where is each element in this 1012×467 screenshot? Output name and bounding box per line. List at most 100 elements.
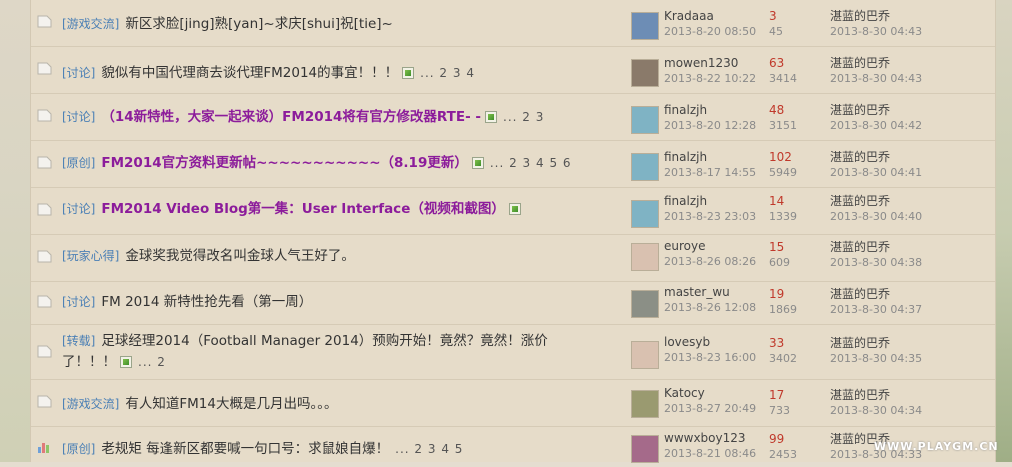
last-post-date[interactable]: 2013-8-30 04:34	[830, 403, 922, 418]
last-post: 湛蓝的巴乔 2013-8-30 04:35	[830, 336, 922, 366]
last-poster-link[interactable]: 湛蓝的巴乔	[830, 9, 922, 24]
avatar[interactable]	[631, 153, 659, 181]
thread-title-link[interactable]: 金球奖我觉得改名叫金球人气王好了。	[125, 248, 355, 264]
avatar[interactable]	[631, 106, 659, 134]
thread-category-link[interactable]: [讨论]	[62, 202, 95, 216]
avatar[interactable]	[631, 290, 659, 318]
reply-count: 33	[769, 336, 785, 350]
last-post: 湛蓝的巴乔 2013-8-30 04:40	[830, 194, 922, 224]
thread-category-link[interactable]: [讨论]	[62, 110, 95, 124]
page-links[interactable]: ... 2 3 4 5	[395, 442, 463, 456]
avatar[interactable]	[631, 59, 659, 87]
folder-icon	[37, 62, 52, 75]
thread-title-link[interactable]: 貌似有中国代理商去谈代理FM2014的事宜！！！	[101, 65, 398, 81]
thread-author: Kradaaa 2013-8-20 08:50	[664, 9, 756, 39]
folder-icon	[37, 295, 52, 308]
thread-subject: [转载] 足球经理2014（Football Manager 2014）预购开始！…	[62, 331, 592, 373]
last-post-date[interactable]: 2013-8-30 04:35	[830, 351, 922, 366]
avatar[interactable]	[631, 341, 659, 369]
thread-list: [游戏交流] 新区求脸[jing]熟[yan]~求庆[shui]祝[tie]~ K…	[30, 0, 996, 463]
avatar[interactable]	[631, 243, 659, 271]
thread-title-link[interactable]: FM2014官方资料更新帖~~~~~~~~~~~（8.19更新）	[101, 155, 467, 171]
thread-category-link[interactable]: [讨论]	[62, 66, 95, 80]
author-link[interactable]: Kradaaa	[664, 9, 756, 24]
view-count: 45	[769, 25, 783, 38]
author-link[interactable]: finalzjh	[664, 194, 756, 209]
last-post-date[interactable]: 2013-8-30 04:37	[830, 302, 922, 317]
reply-count: 48	[769, 103, 785, 117]
folder-icon	[37, 156, 52, 169]
thread-title-link[interactable]: 老规矩 每逢新区都要喊一句口号：求鼠娘自爆！	[101, 441, 389, 457]
last-poster-link[interactable]: 湛蓝的巴乔	[830, 103, 922, 118]
thread-title-link[interactable]: 有人知道FM14大概是几月出吗。。。	[125, 396, 337, 412]
last-post-date[interactable]: 2013-8-30 04:43	[830, 24, 922, 39]
last-poster-link[interactable]: 湛蓝的巴乔	[830, 150, 922, 165]
thread-title-link[interactable]: 足球经理2014（Football Manager 2014）预购开始！竟然？竟…	[62, 333, 548, 370]
author-link[interactable]: mowen1230	[664, 56, 756, 71]
page-links[interactable]: ... 2 3 4 5 6	[490, 156, 572, 170]
image-attachment-icon	[485, 110, 498, 123]
last-poster-link[interactable]: 湛蓝的巴乔	[830, 287, 922, 302]
last-poster-link[interactable]: 湛蓝的巴乔	[830, 336, 922, 351]
thread-category-link[interactable]: [讨论]	[62, 295, 95, 309]
avatar[interactable]	[631, 390, 659, 418]
thread-category-link[interactable]: [游戏交流]	[62, 17, 119, 31]
last-poster-link[interactable]: 湛蓝的巴乔	[830, 194, 922, 209]
thread-category-link[interactable]: [原创]	[62, 156, 95, 170]
author-link[interactable]: euroye	[664, 239, 756, 254]
avatar[interactable]	[631, 200, 659, 228]
thread-row: [玩家心得] 金球奖我觉得改名叫金球人气王好了。 euroye 2013-8-26…	[31, 235, 995, 282]
author-link[interactable]: wwwxboy123	[664, 431, 756, 446]
thread-row: [转载] 足球经理2014（Football Manager 2014）预购开始！…	[31, 325, 995, 380]
thread-author: wwwxboy123 2013-8-21 08:46	[664, 431, 756, 461]
reply-count: 15	[769, 240, 785, 254]
page-links[interactable]: ... 2 3 4	[420, 66, 475, 80]
thread-title-link[interactable]: FM 2014 新特性抢先看（第一周）	[101, 294, 312, 310]
post-date: 2013-8-22 10:22	[664, 72, 757, 85]
thread-stats: 17 733	[769, 388, 790, 418]
thread-category-link[interactable]: [玩家心得]	[62, 249, 119, 263]
last-poster-link[interactable]: 湛蓝的巴乔	[830, 388, 922, 403]
thread-author: master_wu 2013-8-26 12:08	[664, 285, 756, 315]
view-count: 5949	[769, 166, 797, 179]
post-date: 2013-8-20 12:28	[664, 119, 757, 132]
thread-title-link[interactable]: （14新特性，大家一起来谈）FM2014将有官方修改器RTE- -	[101, 109, 481, 125]
avatar[interactable]	[631, 12, 659, 40]
last-post: 湛蓝的巴乔 2013-8-30 04:38	[830, 240, 922, 270]
last-post-date[interactable]: 2013-8-30 04:42	[830, 118, 922, 133]
reply-count: 3	[769, 9, 777, 23]
reply-count: 102	[769, 150, 792, 164]
page-links[interactable]: ... 2	[138, 355, 166, 369]
thread-row: [游戏交流] 新区求脸[jing]熟[yan]~求庆[shui]祝[tie]~ K…	[31, 0, 995, 47]
thread-title-link[interactable]: FM2014 Video Blog第一集：User Interface（视频和截…	[101, 201, 504, 217]
last-post-date[interactable]: 2013-8-30 04:41	[830, 165, 922, 180]
thread-category-link[interactable]: [转载]	[62, 334, 95, 348]
thread-category-link[interactable]: [游戏交流]	[62, 397, 119, 411]
last-poster-link[interactable]: 湛蓝的巴乔	[830, 56, 922, 71]
thread-row: [讨论] （14新特性，大家一起来谈）FM2014将有官方修改器RTE- -...…	[31, 94, 995, 141]
page-links[interactable]: ... 2 3	[503, 110, 544, 124]
image-attachment-icon	[508, 202, 521, 215]
author-link[interactable]: finalzjh	[664, 150, 756, 165]
thread-category-link[interactable]: [原创]	[62, 442, 95, 456]
thread-author: finalzjh 2013-8-17 14:55	[664, 150, 756, 180]
view-count: 3414	[769, 72, 797, 85]
author-link[interactable]: lovesyb	[664, 335, 756, 350]
author-link[interactable]: master_wu	[664, 285, 756, 300]
last-post-date[interactable]: 2013-8-30 04:40	[830, 209, 922, 224]
thread-stats: 33 3402	[769, 336, 797, 366]
last-post-date[interactable]: 2013-8-30 04:43	[830, 71, 922, 86]
thread-subject: [讨论] FM 2014 新特性抢先看（第一周）	[62, 292, 622, 313]
page-background-left	[0, 0, 30, 462]
author-link[interactable]: finalzjh	[664, 103, 756, 118]
thread-title-link[interactable]: 新区求脸[jing]熟[yan]~求庆[shui]祝[tie]~	[125, 16, 392, 32]
author-link[interactable]: Katocy	[664, 386, 756, 401]
thread-stats: 3 45	[769, 9, 783, 39]
last-poster-link[interactable]: 湛蓝的巴乔	[830, 240, 922, 255]
last-post-date[interactable]: 2013-8-30 04:38	[830, 255, 922, 270]
thread-subject: [游戏交流] 新区求脸[jing]熟[yan]~求庆[shui]祝[tie]~	[62, 14, 622, 35]
reply-count: 19	[769, 287, 785, 301]
image-attachment-icon	[402, 66, 415, 79]
view-count: 1339	[769, 210, 797, 223]
avatar[interactable]	[631, 435, 659, 463]
